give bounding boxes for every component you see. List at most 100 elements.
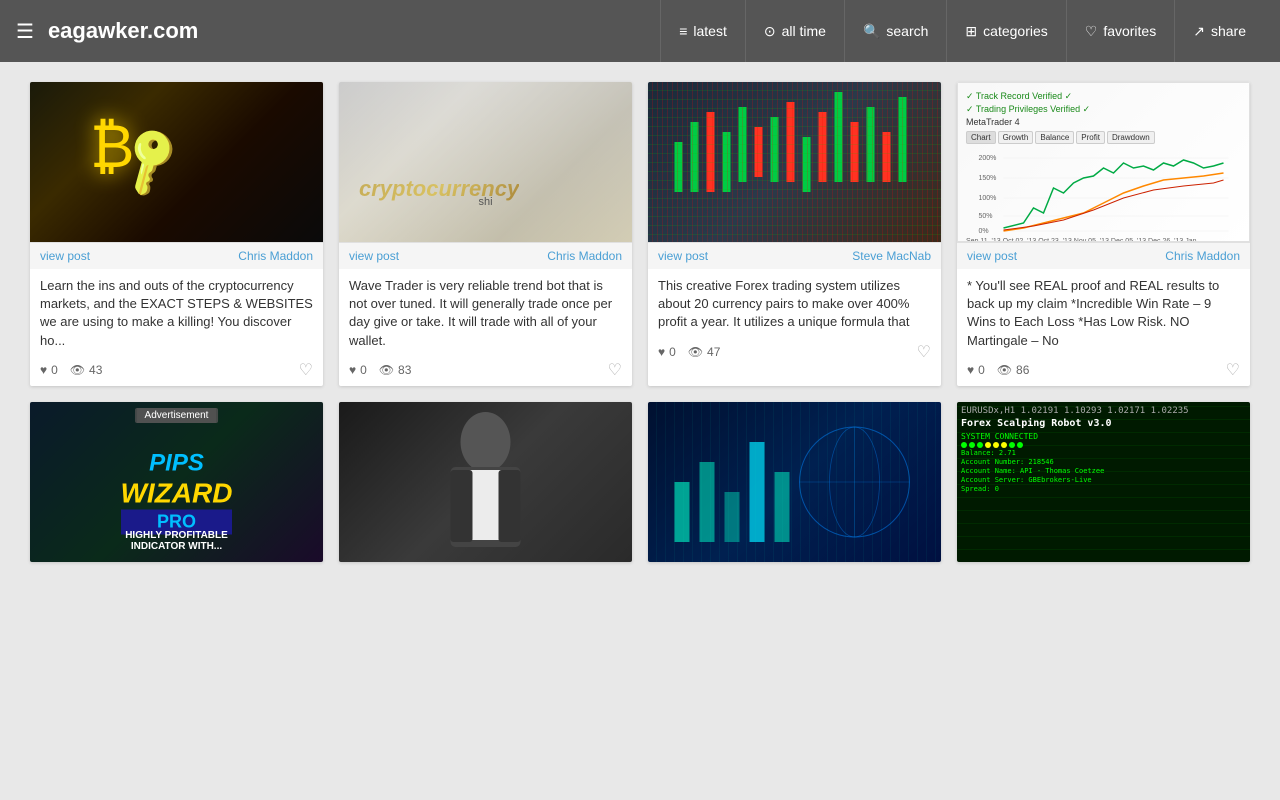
- chart-tab-drawdown[interactable]: Drawdown: [1107, 131, 1155, 144]
- card-meta-3: view post Steve MacNab: [648, 242, 941, 269]
- categories-icon: ⊞: [965, 23, 977, 40]
- likes-count-3: 0: [669, 345, 676, 359]
- card-meta-2: view post Chris Maddon: [339, 242, 632, 269]
- views-icon-4: 👁: [997, 363, 1012, 377]
- ad-label: Advertisement: [135, 408, 219, 423]
- nav-categories[interactable]: ⊞ categories: [946, 0, 1065, 62]
- pips-subtitle: HIGHLY PROFITABLEINDICATOR WITH...: [30, 530, 323, 552]
- dot-2: [969, 442, 975, 448]
- svg-text:50%: 50%: [979, 213, 993, 220]
- card-image-chart: ✓ Track Record Verified ✓ ✓ Trading Priv…: [957, 82, 1250, 242]
- search-icon: 🔍: [863, 23, 880, 40]
- alltime-icon: ⊙: [764, 23, 776, 40]
- likes-icon-3: ♥: [658, 345, 665, 359]
- nav-favorites[interactable]: ♡ favorites: [1066, 0, 1174, 62]
- card-desc-1: Learn the ins and outs of the cryptocurr…: [30, 269, 323, 354]
- views-stat-3: 👁 47: [688, 345, 721, 359]
- card-image-robot: EURUSDx,H1 1.02191 1.10293 1.02171 1.022…: [957, 402, 1250, 562]
- pips-content: PIPS WIZARD PRO: [121, 449, 233, 534]
- chart-verified2: ✓ Trading Privileges Verified ✓: [966, 104, 1241, 115]
- favorite-btn-2[interactable]: ♡: [608, 360, 622, 380]
- robot-spread: Spread: 0: [961, 485, 1246, 493]
- views-icon-2: 👁: [379, 363, 394, 377]
- robot-account-name: Account Name: API - Thomas Coetzee: [961, 467, 1246, 475]
- dot-4: [985, 442, 991, 448]
- tech-chart: [648, 402, 941, 562]
- card-man: [339, 402, 632, 562]
- likes-icon-4: ♥: [967, 363, 974, 377]
- nav-search[interactable]: 🔍 search: [844, 0, 946, 62]
- svg-text:150%: 150%: [979, 175, 997, 182]
- dot-1: [961, 442, 967, 448]
- likes-icon-1: ♥: [40, 363, 47, 377]
- chart-tabs[interactable]: Chart Growth Balance Profit Drawdown: [966, 131, 1241, 144]
- card-desc-4: * You'll see REAL proof and REAL results…: [957, 269, 1250, 354]
- site-title: eagawker.com: [48, 18, 660, 44]
- author-2[interactable]: Chris Maddon: [547, 249, 622, 263]
- author-3[interactable]: Steve MacNab: [852, 249, 931, 263]
- view-post-3[interactable]: view post: [658, 249, 708, 263]
- nav-latest[interactable]: ≡ latest: [660, 0, 745, 62]
- bottom-grid: Advertisement PIPS WIZARD PRO HIGHLY PRO…: [30, 402, 1250, 562]
- views-icon-1: 👁: [70, 363, 85, 377]
- card-footer-3: ♥ 0 👁 47 ♡: [648, 336, 941, 368]
- view-post-2[interactable]: view post: [349, 249, 399, 263]
- chart-tab-profit[interactable]: Profit: [1076, 131, 1105, 144]
- card-footer-1: ♥ 0 👁 43 ♡: [30, 354, 323, 386]
- views-stat-4: 👁 86: [997, 363, 1030, 377]
- main-content: view post Chris Maddon Learn the ins and…: [0, 62, 1280, 582]
- nav-share[interactable]: ↗ share: [1174, 0, 1264, 62]
- candlestick-chart: [648, 82, 941, 242]
- robot-server: Account Server: GBEbrokers-Live: [961, 476, 1246, 484]
- dot-5: [993, 442, 999, 448]
- robot-ticker: EURUSDx,H1 1.02191 1.10293 1.02171 1.022…: [961, 406, 1246, 416]
- views-stat-1: 👁 43: [70, 363, 103, 377]
- card-forex-trader: view post Steve MacNab This creative For…: [648, 82, 941, 386]
- nav-alltime-label: all time: [782, 23, 826, 39]
- card-crypto-key: shi view post Chris Maddon Wave Trader i…: [339, 82, 632, 386]
- bitcoin-image: [30, 82, 323, 242]
- likes-stat-2: ♥ 0: [349, 363, 367, 377]
- likes-stat-1: ♥ 0: [40, 363, 58, 377]
- robot-balance: Balance: 2.71: [961, 449, 1246, 457]
- view-post-4[interactable]: view post: [967, 249, 1017, 263]
- chart-legend: Sep 11, '13 Oct 02, '13 Oct 23, '13 Nov …: [966, 238, 1241, 242]
- favorite-btn-3[interactable]: ♡: [917, 342, 931, 362]
- chart-tab-growth[interactable]: Growth: [998, 131, 1034, 144]
- chart-tab-balance[interactable]: Balance: [1035, 131, 1074, 144]
- nav-alltime[interactable]: ⊙ all time: [745, 0, 844, 62]
- chart-tab-chart[interactable]: Chart: [966, 131, 996, 144]
- menu-icon[interactable]: ☰: [16, 19, 34, 44]
- dot-8: [1017, 442, 1023, 448]
- nav-favorites-label: favorites: [1103, 23, 1156, 39]
- likes-count-1: 0: [51, 363, 58, 377]
- favorite-btn-4[interactable]: ♡: [1226, 360, 1240, 380]
- svg-text:200%: 200%: [979, 155, 997, 162]
- top-grid: view post Chris Maddon Learn the ins and…: [30, 82, 1250, 386]
- card-desc-2: Wave Trader is very reliable trend bot t…: [339, 269, 632, 354]
- robot-title: Forex Scalping Robot v3.0: [961, 418, 1246, 429]
- likes-stat-3: ♥ 0: [658, 345, 676, 359]
- card-chart: ✓ Track Record Verified ✓ ✓ Trading Priv…: [957, 82, 1250, 386]
- nav-categories-label: categories: [983, 23, 1048, 39]
- views-count-2: 83: [398, 363, 411, 377]
- dot-3: [977, 442, 983, 448]
- dot-7: [1009, 442, 1015, 448]
- view-post-1[interactable]: view post: [40, 249, 90, 263]
- share-icon: ↗: [1193, 23, 1205, 40]
- author-4[interactable]: Chris Maddon: [1165, 249, 1240, 263]
- pips-line1: PIPS: [121, 449, 233, 477]
- card-desc-3: This creative Forex trading system utili…: [648, 269, 941, 336]
- likes-stat-4: ♥ 0: [967, 363, 985, 377]
- views-count-3: 47: [707, 345, 720, 359]
- card-meta-1: view post Chris Maddon: [30, 242, 323, 269]
- main-nav: ≡ latest ⊙ all time 🔍 search ⊞ categorie…: [660, 0, 1264, 62]
- card-bitcoin: view post Chris Maddon Learn the ins and…: [30, 82, 323, 386]
- chart-platform: MetaTrader 4: [966, 117, 1241, 127]
- views-stat-2: 👁 83: [379, 363, 412, 377]
- author-1[interactable]: Chris Maddon: [238, 249, 313, 263]
- nav-latest-label: latest: [693, 23, 726, 39]
- favorite-btn-1[interactable]: ♡: [299, 360, 313, 380]
- likes-icon-2: ♥: [349, 363, 356, 377]
- card-image-bitcoin: [30, 82, 323, 242]
